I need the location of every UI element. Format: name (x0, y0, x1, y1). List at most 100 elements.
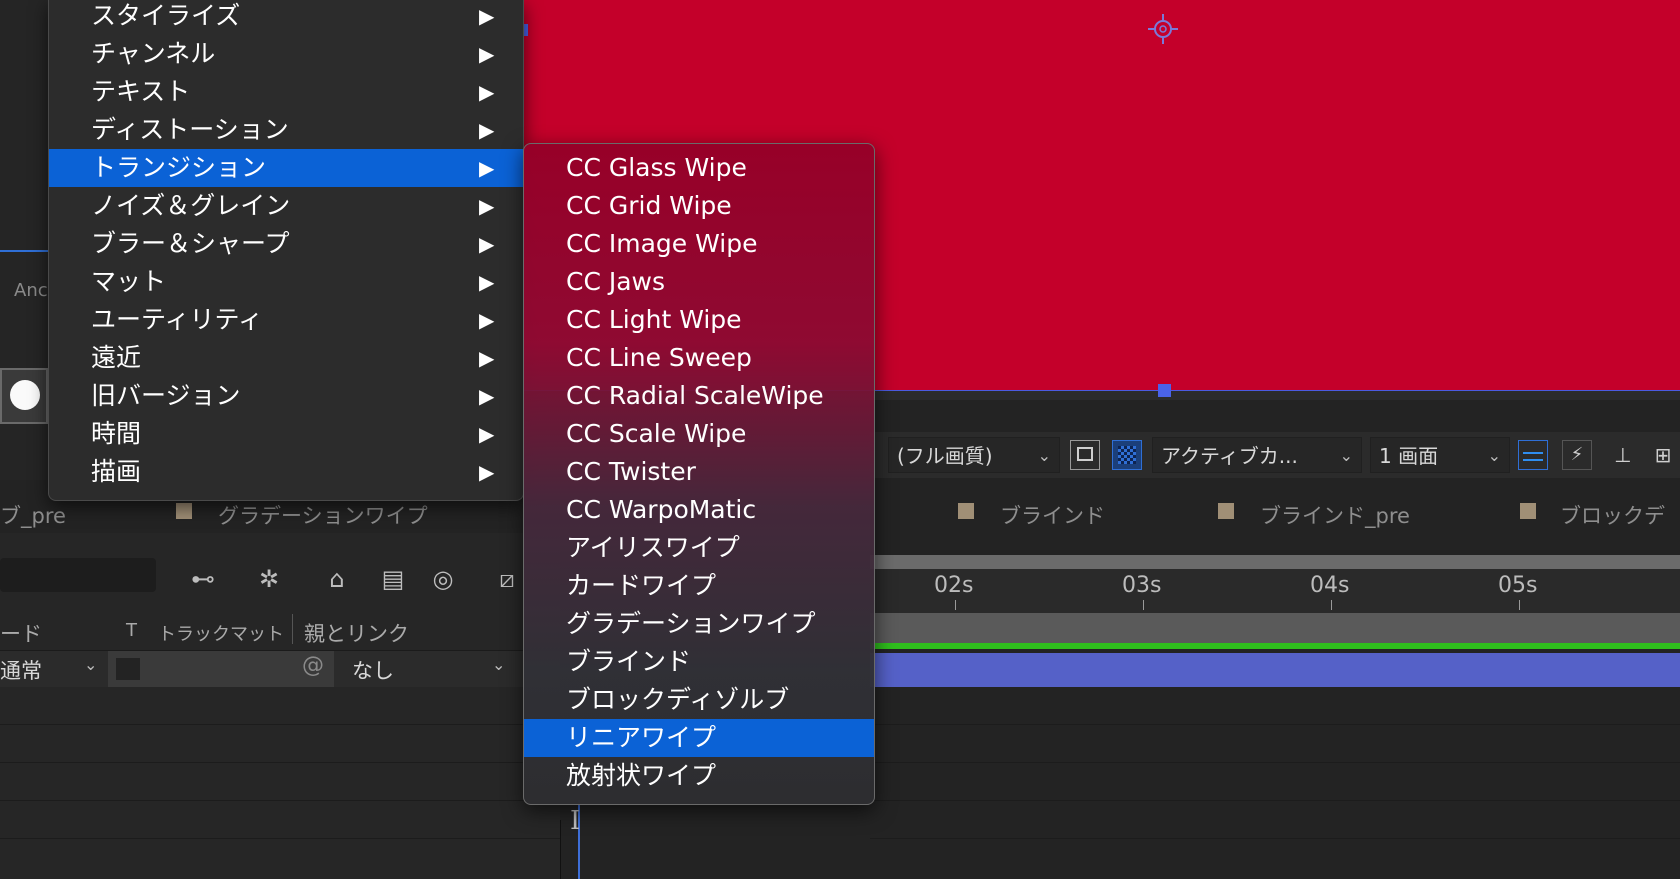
submenu-item[interactable]: 放射状ワイプ (524, 757, 874, 795)
graph-editor-icon[interactable]: ⧄ (490, 565, 524, 595)
menu-item-generate[interactable]: 描画 ▶ (49, 453, 523, 491)
submenu-item[interactable]: アイリスワイプ (524, 529, 874, 567)
submenu-arrow-icon: ▶ (479, 422, 495, 446)
cache-indicator (870, 643, 1680, 649)
submenu-item[interactable]: CC Image Wipe (524, 225, 874, 263)
submenu-item[interactable]: CC Jaws (524, 263, 874, 301)
submenu-arrow-icon: ▶ (479, 232, 495, 256)
menu-item-time[interactable]: 時間 ▶ (49, 415, 523, 453)
ruler-tick (1143, 600, 1144, 610)
row-divider (0, 724, 560, 725)
draft-3d-icon[interactable]: ✲ (252, 565, 286, 595)
submenu-item[interactable]: CC Grid Wipe (524, 187, 874, 225)
menu-item-stylize[interactable]: スタイライズ ▶ (49, 0, 523, 35)
parent-value[interactable]: なし (352, 655, 394, 685)
panel-focus-indicator (0, 250, 50, 252)
motion-blur-icon[interactable]: ◎ (426, 565, 460, 595)
menu-item-utility[interactable]: ユーティリティ ▶ (49, 301, 523, 339)
menu-item-transition[interactable]: トランジション ▶ (49, 149, 523, 187)
submenu-item[interactable]: CC Radial ScaleWipe (524, 377, 874, 415)
chevron-down-icon: ⌄ (1339, 446, 1353, 465)
timeline-search-input[interactable] (0, 558, 156, 592)
submenu-arrow-icon: ▶ (479, 156, 495, 180)
ruler-label: 02s (934, 573, 974, 598)
effects-menu: スタイライズ ▶ チャンネル ▶ テキスト ▶ ディストーション ▶ トランジシ… (48, 0, 524, 501)
track-matte-field[interactable] (108, 651, 334, 687)
track-matte-column-label: トラックマット (158, 624, 284, 645)
submenu-item[interactable]: CC Twister (524, 453, 874, 491)
menu-item-perspective[interactable]: 遠近 ▶ (49, 339, 523, 377)
parent-column-label: 親とリンク (304, 622, 409, 646)
submenu-arrow-icon: ▶ (479, 118, 495, 142)
tab-partial[interactable]: ブ_pre (0, 500, 66, 530)
anchor-point-icon[interactable] (1146, 12, 1180, 46)
submenu-item[interactable]: CC Scale Wipe (524, 415, 874, 453)
submenu-item[interactable]: ブロックディゾルブ (524, 681, 874, 719)
swatch-circle-icon (10, 380, 40, 410)
comp-flowchart-icon[interactable]: ⊷ (186, 565, 220, 595)
submenu-item[interactable]: CC WarpoMatic (524, 491, 874, 529)
menu-item-text[interactable]: テキスト ▶ (49, 73, 523, 111)
layer-duration-bar[interactable] (870, 653, 1680, 687)
t-column-label: T (126, 620, 137, 641)
submenu-arrow-icon: ▶ (479, 346, 495, 370)
submenu-arrow-icon: ▶ (479, 308, 495, 332)
camera-dropdown[interactable]: アクティブカ... ⌄ (1152, 437, 1362, 473)
blend-mode-value[interactable]: 通常 (0, 655, 42, 685)
views-dropdown[interactable]: 1 画面 ⌄ (1370, 437, 1510, 473)
submenu-arrow-icon: ▶ (479, 460, 495, 484)
row-divider (870, 838, 1680, 839)
row-divider (870, 724, 1680, 725)
resolution-dropdown[interactable]: (フル画質) ⌄ (888, 437, 1060, 473)
submenu-item[interactable]: CC Light Wipe (524, 301, 874, 339)
ruler-tick (1519, 600, 1520, 610)
submenu-arrow-icon: ▶ (479, 42, 495, 66)
submenu-item[interactable]: グラデーションワイプ (524, 605, 874, 643)
menu-item-blur-sharpen[interactable]: ブラー＆シャープ ▶ (49, 225, 523, 263)
ruler-label: 04s (1310, 573, 1350, 598)
timeline-icon[interactable]: ⊥ (1608, 440, 1638, 470)
fast-previews-icon[interactable]: ⚡ (1562, 440, 1592, 470)
menu-item-noise-grain[interactable]: ノイズ＆グレイン ▶ (49, 187, 523, 225)
submenu-item[interactable]: CC Glass Wipe (524, 149, 874, 187)
views-value: 1 画面 (1379, 444, 1439, 468)
tab-color-swatch (1218, 503, 1234, 519)
toggle-pixel-aspect-icon[interactable] (1518, 440, 1548, 470)
row-divider (0, 800, 560, 801)
submenu-item-linear-wipe[interactable]: リニアワイプ (524, 719, 874, 757)
tab-blinds-pre[interactable]: ブラインド_pre (1260, 500, 1410, 530)
menu-item-obsolete[interactable]: 旧バージョン ▶ (49, 377, 523, 415)
frame-blending-icon[interactable]: ▤ (376, 565, 410, 595)
text-cursor-icon: I (570, 806, 581, 836)
menu-item-distortion[interactable]: ディストーション ▶ (49, 111, 523, 149)
menu-item-channel[interactable]: チャンネル ▶ (49, 35, 523, 73)
tab-color-swatch (176, 503, 192, 519)
layer-handle[interactable] (1158, 384, 1171, 397)
shy-layers-icon[interactable]: ⌂ (320, 565, 354, 595)
work-area-bar[interactable] (870, 555, 1680, 569)
tab-color-swatch (958, 503, 974, 519)
submenu-arrow-icon: ▶ (479, 80, 495, 104)
row-divider (870, 762, 1680, 763)
tab-blinds[interactable]: ブラインド (1000, 500, 1105, 530)
flowchart-icon[interactable]: ⊞ (1648, 440, 1678, 470)
submenu-arrow-icon: ▶ (479, 384, 495, 408)
submenu-item[interactable]: カードワイプ (524, 567, 874, 605)
time-ruler[interactable] (870, 569, 1680, 614)
mode-column-label: ード (0, 622, 42, 646)
transition-submenu: CC Glass Wipe CC Grid Wipe CC Image Wipe… (523, 143, 875, 805)
column-divider (292, 614, 293, 644)
pick-whip-icon[interactable]: @ (302, 653, 324, 678)
transparency-grid-icon[interactable] (1112, 440, 1142, 470)
panel-divider (560, 820, 561, 879)
row-divider (0, 762, 560, 763)
menu-item-matte[interactable]: マット ▶ (49, 263, 523, 301)
ruler-label: 03s (1122, 573, 1162, 598)
chevron-down-icon: ⌄ (1487, 446, 1501, 465)
submenu-item[interactable]: ブラインド (524, 643, 874, 681)
region-of-interest-icon[interactable] (1070, 440, 1100, 470)
effects-label: Anc (14, 280, 48, 301)
tab-gradient-wipe[interactable]: グラデーションワイプ (218, 500, 428, 530)
render-bar (870, 613, 1680, 643)
submenu-item[interactable]: CC Line Sweep (524, 339, 874, 377)
